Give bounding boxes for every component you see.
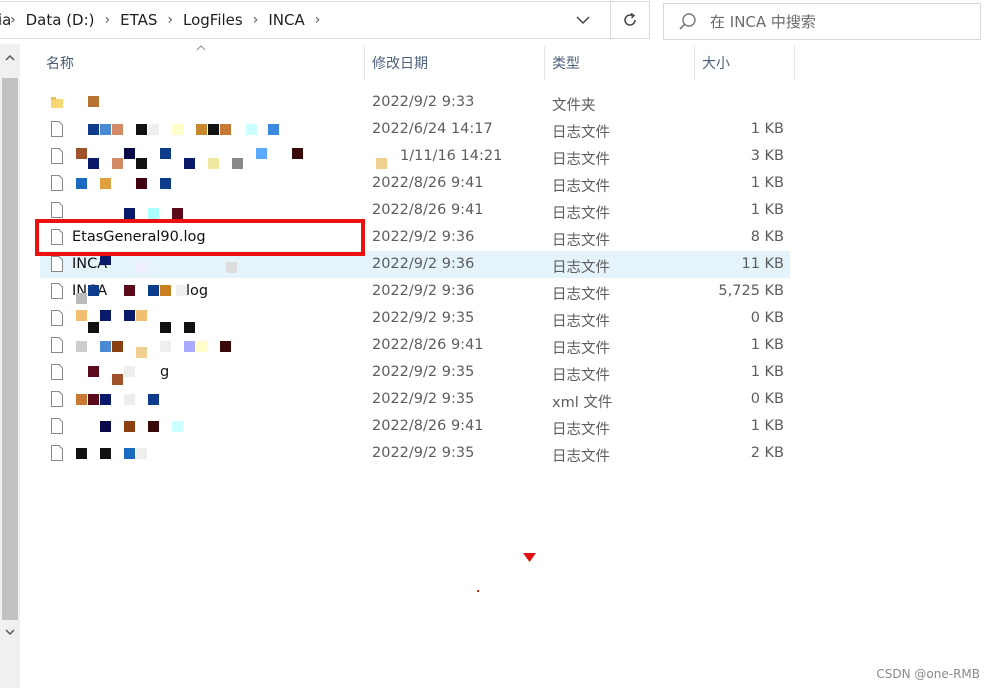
- pixelated-filename: [76, 254, 356, 276]
- file-row[interactable]: 2022/8/26 9:41 日志文件 1 KB: [40, 413, 790, 440]
- file-row[interactable]: 2022/8/26 9:41 日志文件 1 KB: [40, 332, 790, 359]
- file-icon: [51, 175, 63, 191]
- red-triangle-marker: [523, 553, 536, 562]
- watermark: CSDN @one-RMB: [876, 667, 980, 681]
- file-row[interactable]: g 2022/9/2 9:35 日志文件 1 KB: [40, 359, 790, 386]
- pixelated-filename: [76, 416, 356, 438]
- file-icon: [51, 283, 63, 299]
- file-row[interactable]: 2022/9/2 9:35 xml 文件 0 KB: [40, 386, 790, 413]
- column-divider[interactable]: [364, 46, 365, 80]
- red-highlight-box: [35, 219, 365, 256]
- refresh-button[interactable]: [610, 2, 649, 38]
- column-header-type[interactable]: 类型: [552, 46, 694, 80]
- scroll-down-button[interactable]: [0, 622, 20, 642]
- pixelated-filename: [76, 92, 356, 114]
- column-divider[interactable]: [694, 46, 695, 80]
- file-name-suffix: log: [186, 283, 209, 299]
- column-header-date[interactable]: 修改日期: [372, 46, 544, 80]
- pixelated-filename: [76, 308, 356, 333]
- scrollbar-thumb[interactable]: [2, 78, 18, 620]
- chevron-down-icon: [5, 629, 15, 636]
- pixelated-filename: [76, 389, 356, 411]
- search-box[interactable]: 在 INCA 中搜索: [663, 3, 981, 40]
- breadcrumb-inca[interactable]: › INCA ›: [253, 11, 321, 29]
- file-icon: [51, 310, 63, 326]
- file-row[interactable]: 2022/9/2 9:35 日志文件 0 KB: [40, 305, 790, 333]
- file-icon: [51, 337, 63, 353]
- file-row[interactable]: 2022/9/2 9:35 日志文件 2 KB: [40, 440, 790, 467]
- file-icon: [51, 391, 63, 407]
- pixelated-filename: [76, 173, 356, 195]
- file-row[interactable]: 2022/6/24 14:17 日志文件 1 KB: [40, 116, 790, 143]
- breadcrumb-prefix: ia: [0, 11, 10, 29]
- file-name-suffix: g: [160, 364, 170, 380]
- pixelated-filename: [76, 281, 356, 304]
- breadcrumb-data-drive[interactable]: › Data (D:): [10, 11, 105, 29]
- address-bar[interactable]: ia › Data (D:) › ETAS › LogFiles › INCA …: [0, 1, 650, 39]
- file-icon: [51, 256, 63, 272]
- chevron-down-icon: [576, 16, 590, 25]
- breadcrumb-logfiles[interactable]: › LogFiles: [167, 11, 252, 29]
- chevron-up-icon: [5, 54, 15, 61]
- file-icon: [51, 148, 63, 164]
- address-history-dropdown[interactable]: [565, 2, 601, 38]
- search-placeholder[interactable]: 在 INCA 中搜索: [710, 11, 816, 32]
- pixelated-filename: [76, 335, 356, 358]
- file-icon: [51, 364, 63, 380]
- pixelated-filename: [76, 443, 356, 465]
- file-row[interactable]: 1/11/16 14:21 日志文件 3 KB: [40, 143, 790, 170]
- pixelated-filename: [76, 146, 387, 169]
- file-icon: [51, 121, 63, 137]
- file-icon: [51, 418, 63, 434]
- file-row[interactable]: 2022/9/2 9:33 文件夹: [40, 89, 790, 116]
- column-header-size[interactable]: 大小: [702, 46, 794, 80]
- file-row[interactable]: INCA log 2022/9/2 9:36 日志文件 5,725 KB: [40, 278, 790, 305]
- file-icon: [51, 445, 63, 461]
- red-dot-marker: [477, 590, 479, 592]
- column-divider[interactable]: [794, 46, 795, 80]
- search-icon: [679, 12, 696, 30]
- pixelated-filename: [76, 119, 356, 141]
- breadcrumb-etas[interactable]: › ETAS: [105, 11, 168, 29]
- chevron-right-icon[interactable]: ›: [315, 12, 321, 28]
- scroll-up-button[interactable]: [0, 48, 20, 68]
- pixelated-filename: [76, 362, 356, 385]
- column-header-name[interactable]: 名称: [46, 46, 364, 80]
- column-divider[interactable]: [544, 46, 545, 80]
- file-row[interactable]: 2022/8/26 9:41 日志文件 1 KB: [40, 170, 790, 197]
- file-icon: [51, 202, 63, 218]
- folder-icon: [51, 97, 63, 108]
- refresh-icon: [624, 12, 636, 26]
